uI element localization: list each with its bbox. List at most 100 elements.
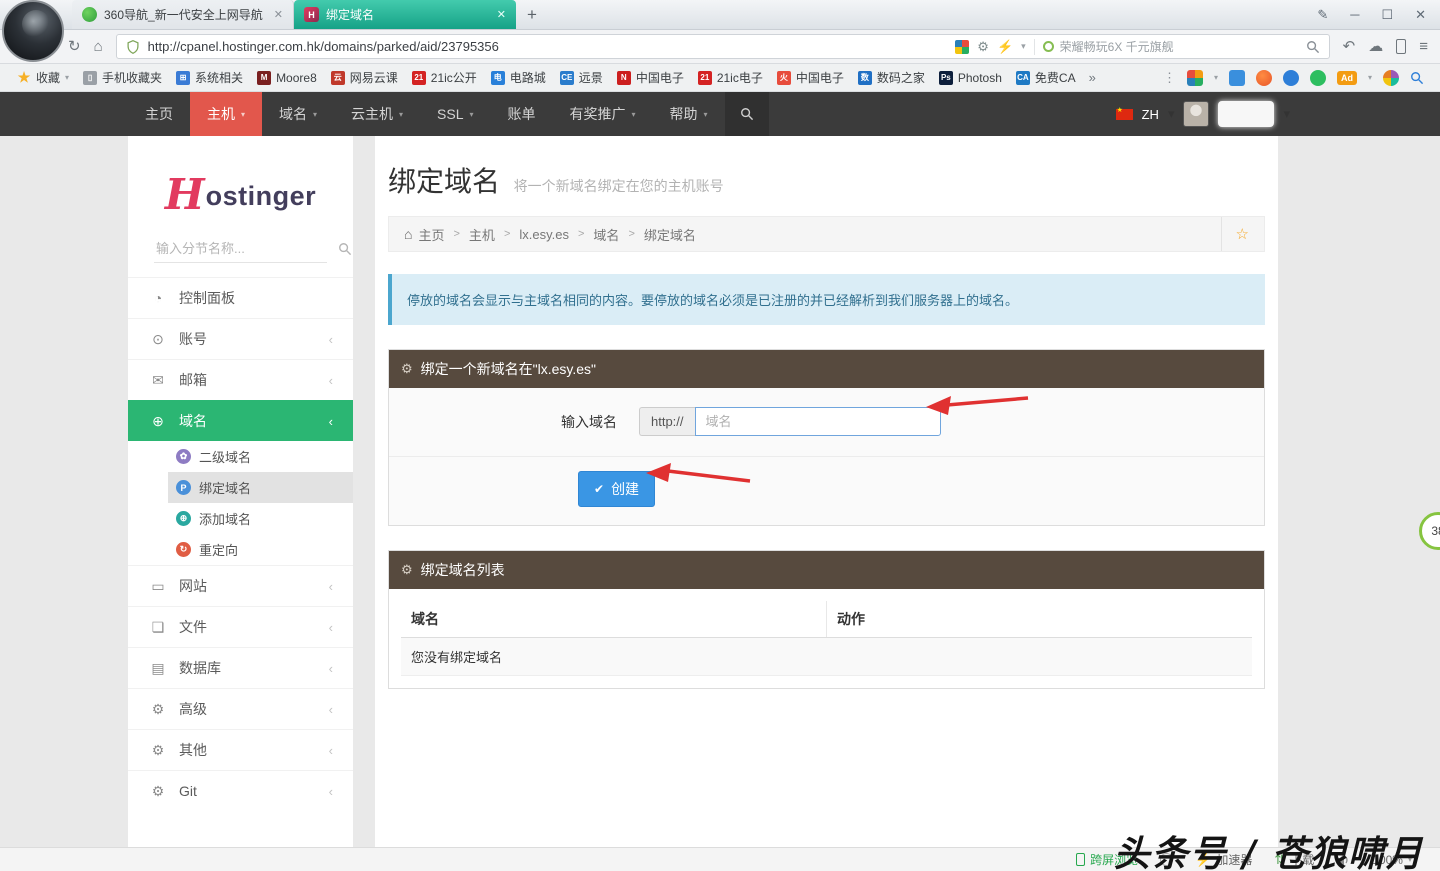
bookmark-item[interactable]: CA 免费CA [1009, 69, 1083, 86]
sidebar-item-advanced[interactable]: ⚙ 高级 ‹ [128, 688, 353, 729]
caret-down-icon[interactable]: ▾ [1283, 106, 1290, 122]
breadcrumb-hosting[interactable]: 主机 [469, 225, 495, 244]
bookmark-item[interactable]: CE 远景 [553, 69, 610, 86]
cloud-sync-icon[interactable]: ☁ [1368, 39, 1383, 54]
search-icon[interactable] [1306, 40, 1320, 54]
phone-icon [1076, 853, 1085, 866]
adblock-icon[interactable]: Ad [1337, 71, 1357, 85]
nav-item-home[interactable]: 主页 [128, 92, 190, 136]
bookmarks-overflow-chevron[interactable]: » [1083, 70, 1102, 85]
sidebar-item-domains[interactable]: ⊕ 域名 ‹ [128, 400, 353, 441]
user-avatar[interactable] [1183, 101, 1209, 127]
search-icon [338, 242, 352, 256]
bookmark-item[interactable]: N 中国电子 [610, 69, 691, 86]
create-button[interactable]: ✔ 创建 [578, 471, 655, 507]
send-to-phone-icon[interactable] [1396, 39, 1406, 54]
caret-down-icon: ▾ [399, 110, 403, 119]
browser-home-button[interactable]: ⌂ [94, 39, 103, 54]
nav-item-ssl[interactable]: SSL ▾ [420, 92, 490, 136]
window-close-button[interactable]: ✕ [1415, 7, 1426, 23]
caret-down-icon[interactable]: ▾ [1214, 73, 1218, 82]
bookmark-favorites[interactable]: ★ 收藏 ▾ [10, 69, 76, 86]
translate-extension-icon[interactable] [1283, 70, 1299, 86]
minimize-button[interactable]: ─ [1350, 7, 1359, 22]
caret-down-icon[interactable]: ▾ [1368, 73, 1372, 82]
sidebar-subitem-add-domain[interactable]: ⊕ 添加域名 [128, 503, 353, 534]
cn-flag-icon [1116, 109, 1133, 120]
apps-grid-icon[interactable] [1187, 70, 1203, 86]
bookmark-item[interactable]: Ps Photosh [932, 71, 1009, 85]
sidebar-search-input[interactable] [156, 241, 332, 256]
sidebar-item-other[interactable]: ⚙ 其他 ‹ [128, 729, 353, 770]
caret-down-icon[interactable]: ▾ [1168, 106, 1175, 122]
breadcrumb-account[interactable]: lx.esy.es [519, 227, 569, 242]
hostinger-logo[interactable]: Hostinger [128, 136, 353, 219]
bookmark-item[interactable]: ▯ 手机收藏夹 [76, 69, 169, 86]
nav-item-billing[interactable]: 账单 [491, 92, 553, 136]
folder-icon: ❏ [148, 619, 168, 636]
search-extension-icon[interactable] [1410, 71, 1424, 85]
column-header-domain: 域名 [401, 601, 827, 638]
nav-item-help[interactable]: 帮助 ▾ [653, 92, 725, 136]
sidebar-item-git[interactable]: ⚙ Git ‹ [128, 770, 353, 811]
nav-item-vps[interactable]: 云主机 ▾ [334, 92, 420, 136]
bookmark-item[interactable]: 云 网易云课 [324, 69, 405, 86]
more-dots-icon[interactable]: ⋮ [1163, 70, 1176, 86]
sidebar-item-dashboard[interactable]: ◔ 控制面板 [128, 277, 353, 318]
bookmark-item[interactable]: 数 数码之家 [851, 69, 932, 86]
tab-bind-domain[interactable]: H 绑定域名 ✕ [294, 0, 516, 29]
favorite-star-icon[interactable]: ☆ [1221, 217, 1249, 251]
bookmark-item[interactable]: M Moore8 [250, 71, 324, 85]
domain-form-row: 输入域名 http:// [389, 388, 1264, 456]
speed-mode-icon[interactable]: ⚡ [997, 39, 1013, 55]
sidebar-item-files[interactable]: ❏ 文件 ‹ [128, 606, 353, 647]
bookmark-item[interactable]: ⊞ 系统相关 [169, 69, 250, 86]
browser-menu-icon[interactable]: ≡ [1419, 39, 1428, 54]
bookmark-item[interactable]: 21 21ic电子 [691, 69, 770, 86]
session-restore-icon[interactable]: ↶ [1343, 39, 1356, 54]
browser-mode-icon[interactable] [1229, 70, 1245, 86]
new-tab-button[interactable]: + [516, 0, 548, 29]
omnibox-search[interactable]: 荣耀畅玩6X 千元旗舰 [1043, 38, 1298, 55]
url-box[interactable]: http://cpanel.hostinger.com.hk/domains/p… [116, 34, 1330, 59]
sidebar-search[interactable] [154, 235, 327, 263]
site-security-icon[interactable] [126, 40, 140, 54]
window-controls: ✎ ─ ☐ ✕ [1317, 0, 1440, 29]
nav-item-hosting[interactable]: 主机 ▾ [190, 92, 262, 136]
breadcrumb-domains[interactable]: 域名 [593, 225, 619, 244]
bookmark-item[interactable]: 火 中国电子 [770, 69, 851, 86]
shield-extension-icon[interactable] [1310, 70, 1326, 86]
breadcrumb-home[interactable]: 主页 [418, 225, 444, 244]
language-selector[interactable]: ZH [1142, 107, 1159, 122]
fire-extension-icon[interactable] [1256, 70, 1272, 86]
snapshot-grid-icon[interactable] [955, 40, 969, 54]
maximize-button[interactable]: ☐ [1381, 7, 1393, 23]
domain-input[interactable] [695, 407, 941, 436]
sidebar-item-account[interactable]: ⊙ 账号 ‹ [128, 318, 353, 359]
refresh-button[interactable]: ↻ [68, 39, 81, 54]
nav-item-domains[interactable]: 域名 ▾ [262, 92, 334, 136]
nav-search-button[interactable] [725, 92, 769, 136]
tab-close-icon[interactable]: ✕ [497, 8, 506, 21]
chevron-left-icon: ‹ [329, 702, 333, 717]
bookmark-favicon: M [257, 71, 271, 85]
sidebar-subitem-redirect[interactable]: ↻ 重定向 [128, 534, 353, 565]
tab-360-nav[interactable]: 360导航_新一代安全上网导航 ✕ [72, 0, 294, 29]
screenshot-extension-icon[interactable] [1383, 70, 1399, 86]
url-text[interactable]: http://cpanel.hostinger.com.hk/domains/p… [148, 39, 499, 54]
bookmark-label: 数码之家 [877, 69, 925, 86]
sidebar-item-email[interactable]: ✉ 邮箱 ‹ [128, 359, 353, 400]
url-dropdown-caret[interactable]: ▾ [1021, 41, 1026, 52]
sidebar-item-website[interactable]: ▭ 网站 ‹ [128, 565, 353, 606]
sidebar-subitem-parked-domains[interactable]: P 绑定域名 [168, 472, 353, 503]
screen: 360导航_新一代安全上网导航 ✕ H 绑定域名 ✕ + ✎ ─ ☐ ✕ ← →… [0, 0, 1440, 871]
sidebar-subitem-subdomains[interactable]: ✿ 二级域名 [128, 441, 353, 472]
bookmark-item[interactable]: 电 电路城 [484, 69, 553, 86]
page-tools-icon[interactable]: ⚙ [977, 39, 989, 55]
bookmark-item[interactable]: 21 21ic公开 [405, 69, 484, 86]
tab-close-icon[interactable]: ✕ [274, 8, 283, 21]
sidebar-item-databases[interactable]: ▤ 数据库 ‹ [128, 647, 353, 688]
chevron-left-icon: ‹ [329, 661, 333, 676]
theme-skin-icon[interactable]: ✎ [1317, 7, 1328, 23]
nav-item-referrals[interactable]: 有奖推广 ▾ [553, 92, 653, 136]
